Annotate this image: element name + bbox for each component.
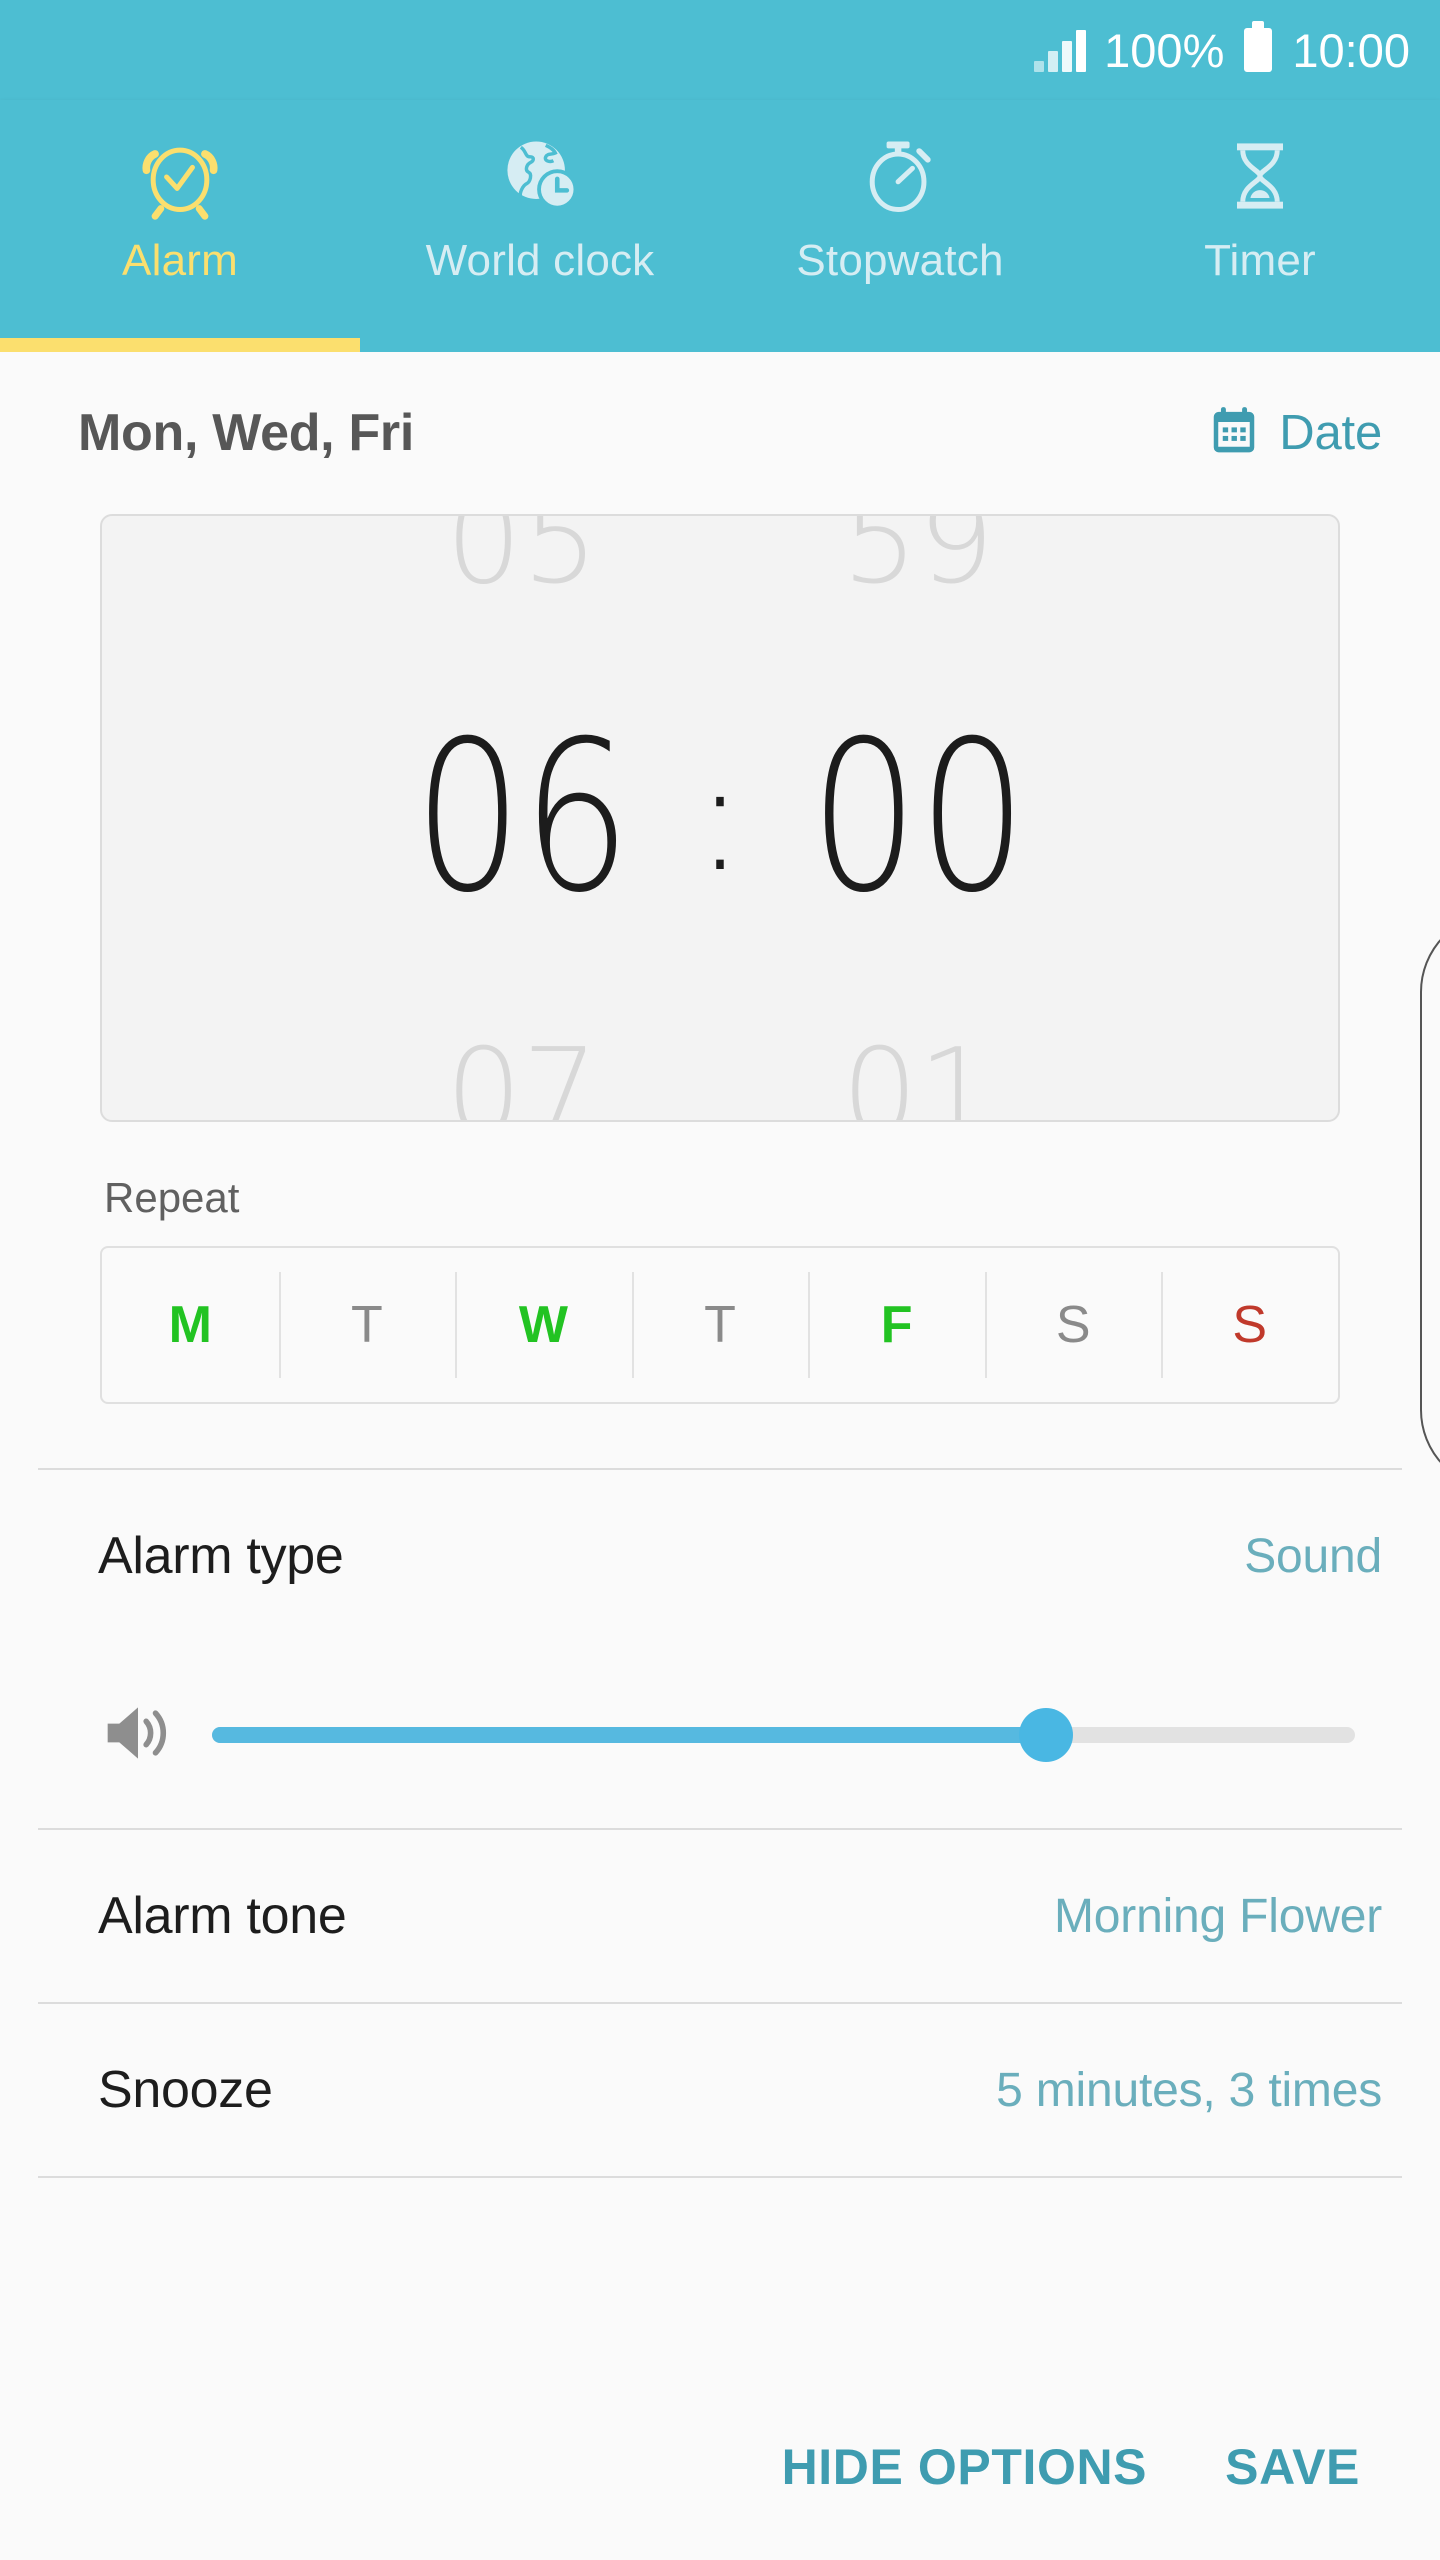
day-toggle-wednesday[interactable]: W [455,1248,632,1402]
time-picker[interactable]: 05 06 07 : 59 00 01 [100,514,1340,1122]
day-toggle-friday[interactable]: F [808,1248,985,1402]
repeat-label: Repeat [104,1174,240,1221]
tab-timer[interactable]: Timer [1080,100,1440,352]
day-toggle-monday[interactable]: M [102,1248,279,1402]
day-toggle-tuesday[interactable]: T [278,1248,456,1402]
snooze-row[interactable]: Snooze 5 minutes, 3 times [0,2004,1440,2176]
calendar-icon [1207,404,1261,463]
speaker-volume-icon [100,1698,176,1773]
alarm-type-value[interactable]: Sound [1244,1529,1382,1584]
tab-stopwatch[interactable]: Stopwatch [720,100,1080,352]
day-toggle-sunday[interactable]: S [1161,1248,1338,1402]
alarm-tone-label: Alarm tone [98,1887,347,1945]
status-bar: 100% 10:00 [0,0,1440,100]
repeat-days-row: M T W T F S S [100,1246,1340,1404]
day-toggle-thursday[interactable]: T [631,1248,809,1402]
minute-wheel[interactable]: 59 00 01 [748,516,1088,1120]
alarm-tone-value[interactable]: Morning Flower [1054,1889,1382,1944]
battery-percent-text: 100% [1104,23,1225,77]
hide-options-button[interactable]: HIDE OPTIONS [782,2438,1148,2496]
footer-button-bar: HIDE OPTIONS SAVE [0,2374,1440,2560]
tab-stopwatch-label: Stopwatch [796,236,1004,285]
alarm-type-row[interactable]: Alarm type Sound [0,1470,1440,1642]
snooze-value[interactable]: 5 minutes, 3 times [996,2063,1382,2118]
stopwatch-icon [854,122,946,230]
globe-clock-icon [494,122,586,230]
hour-next-value[interactable]: 07 [446,1034,599,1121]
tab-alarm-label: Alarm [122,236,238,285]
day-toggle-saturday[interactable]: S [984,1248,1162,1402]
date-row: Mon, Wed, Fri Date [0,352,1440,514]
tab-world-clock[interactable]: World clock [360,100,720,352]
hourglass-icon [1214,122,1306,230]
snooze-label: Snooze [98,2061,273,2119]
volume-slider-thumb[interactable] [1019,1708,1074,1762]
tab-bar: Alarm World clock Stopwatch Timer [0,100,1440,352]
minute-next-value[interactable]: 01 [842,1034,995,1121]
battery-full-icon [1244,21,1273,72]
minute-selected-value[interactable]: 00 [809,714,1026,922]
time-separator: : [694,731,746,905]
volume-slider-fill [212,1727,1047,1743]
alarm-type-label: Alarm type [98,1527,344,1585]
alarm-edit-panel: Mon, Wed, Fri Date 05 06 07: 59 00 01 R… [0,352,1440,2560]
status-bar-clock: 10:00 [1292,23,1410,77]
repeat-summary-text: Mon, Wed, Fri [78,404,415,462]
alarm-tone-row[interactable]: Alarm tone Morning Flower [0,1830,1440,2002]
save-button[interactable]: SAVE [1225,2438,1360,2496]
volume-slider[interactable] [212,1708,1355,1762]
tab-alarm[interactable]: Alarm [0,100,360,352]
repeat-section: Repeat M T W T F S S [100,1174,1340,1404]
divider-above-footer [38,2176,1402,2178]
date-button-label: Date [1279,406,1382,460]
date-button[interactable]: Date [1207,404,1382,463]
signal-bars-icon [1034,28,1087,72]
minute-prev-value[interactable]: 59 [842,516,995,602]
alarm-clock-icon [134,122,226,230]
tab-world-clock-label: World clock [425,236,655,285]
active-tab-indicator [0,338,360,352]
volume-row[interactable] [0,1642,1440,1828]
tab-timer-label: Timer [1204,236,1316,285]
hour-prev-value[interactable]: 05 [446,516,599,602]
